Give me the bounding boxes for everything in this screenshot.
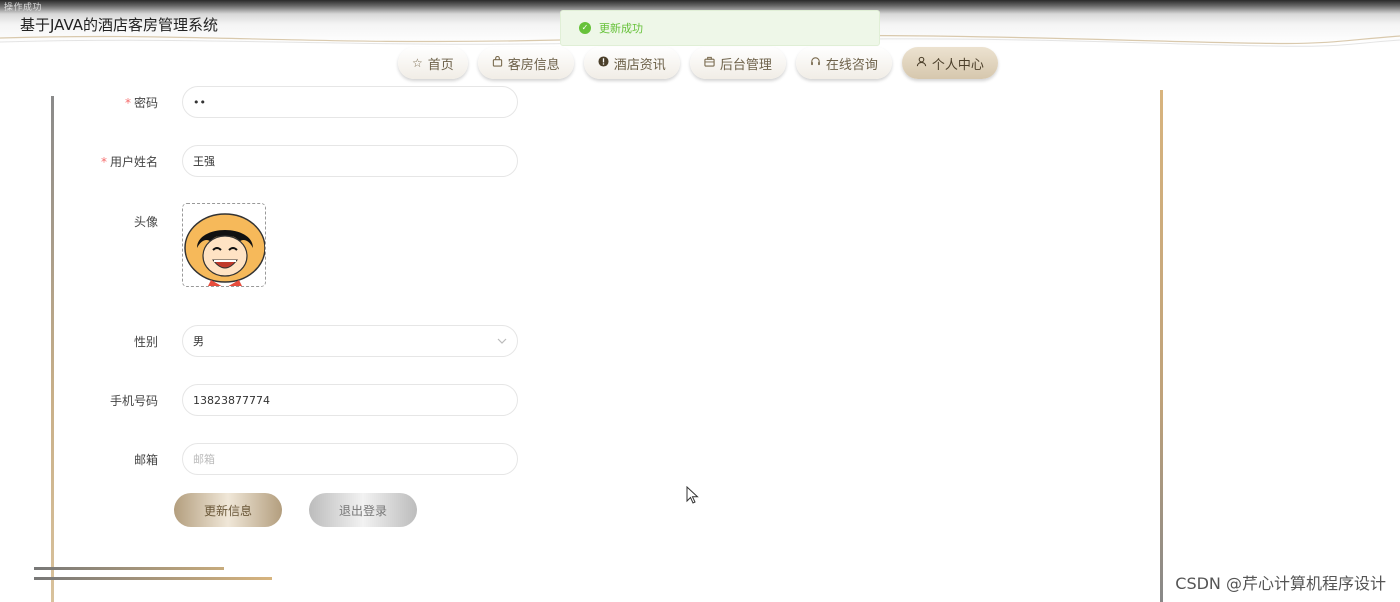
email-field[interactable]: 邮箱 <box>182 443 518 475</box>
nav-tab-news[interactable]: 酒店资讯 <box>583 47 680 79</box>
name-row: * 用户姓名 王强 <box>0 145 518 177</box>
headset-icon <box>810 56 821 70</box>
nav-tab-label: 个人中心 <box>931 57 984 73</box>
success-toast: ✓ 更新成功 <box>560 10 880 46</box>
nav-tab-label: 首页 <box>427 57 454 73</box>
user-icon <box>916 56 927 70</box>
star-icon: ☆ <box>412 56 423 70</box>
gender-label: 性别 <box>133 334 158 349</box>
main-nav: ☆ 首页 客房信息 酒店资讯 后台管理 在线咨询 个人中心 <box>398 47 998 81</box>
email-row: 邮箱 邮箱 <box>0 443 518 475</box>
site-title: 基于JAVA的酒店客房管理系统 <box>20 16 219 34</box>
info-icon <box>598 56 609 70</box>
password-field[interactable]: •• <box>182 86 518 118</box>
breadcrumb: 操作成功 <box>4 3 43 13</box>
bag-icon <box>492 55 503 70</box>
footer-decoration-line <box>34 577 272 580</box>
phone-field[interactable]: 13823877774 <box>182 384 518 416</box>
nav-tab-home[interactable]: ☆ 首页 <box>398 47 468 79</box>
nav-tab-consult[interactable]: 在线咨询 <box>795 47 892 79</box>
gender-select[interactable]: 男 <box>182 325 518 357</box>
toast-message: 更新成功 <box>599 22 643 35</box>
update-info-button[interactable]: 更新信息 <box>174 493 282 527</box>
nav-tab-label: 在线咨询 <box>825 57 878 73</box>
password-row: * 密码 •• <box>0 86 518 118</box>
briefcase-icon <box>704 56 715 70</box>
footer-decoration-line <box>34 567 224 570</box>
logout-button[interactable]: 退出登录 <box>309 493 417 527</box>
avatar-row: 头像 <box>0 203 266 287</box>
watermark: CSDN @芹心计算机程序设计 <box>1175 574 1386 593</box>
right-border-line <box>1160 90 1163 602</box>
avatar-image <box>183 204 265 286</box>
avatar-upload[interactable] <box>182 203 266 287</box>
nav-tab-admin[interactable]: 后台管理 <box>689 47 786 79</box>
nav-tab-rooms[interactable]: 客房信息 <box>477 47 574 79</box>
phone-row: 手机号码 13823877774 <box>0 384 518 416</box>
phone-label: 手机号码 <box>109 393 158 408</box>
nav-tab-label: 酒店资讯 <box>613 57 666 73</box>
avatar-label: 头像 <box>133 215 158 229</box>
mouse-cursor-icon <box>686 486 699 504</box>
check-circle-icon: ✓ <box>579 22 591 34</box>
password-label: * 密码 <box>124 95 158 110</box>
nav-tab-label: 客房信息 <box>507 57 560 73</box>
email-label: 邮箱 <box>133 452 158 467</box>
gender-row: 性别 男 <box>0 325 518 357</box>
nav-tab-label: 后台管理 <box>719 57 772 73</box>
name-label: * 用户姓名 <box>100 154 158 169</box>
nav-tab-profile[interactable]: 个人中心 <box>901 47 998 79</box>
chevron-down-icon <box>497 336 507 347</box>
name-field[interactable]: 王强 <box>182 145 518 177</box>
